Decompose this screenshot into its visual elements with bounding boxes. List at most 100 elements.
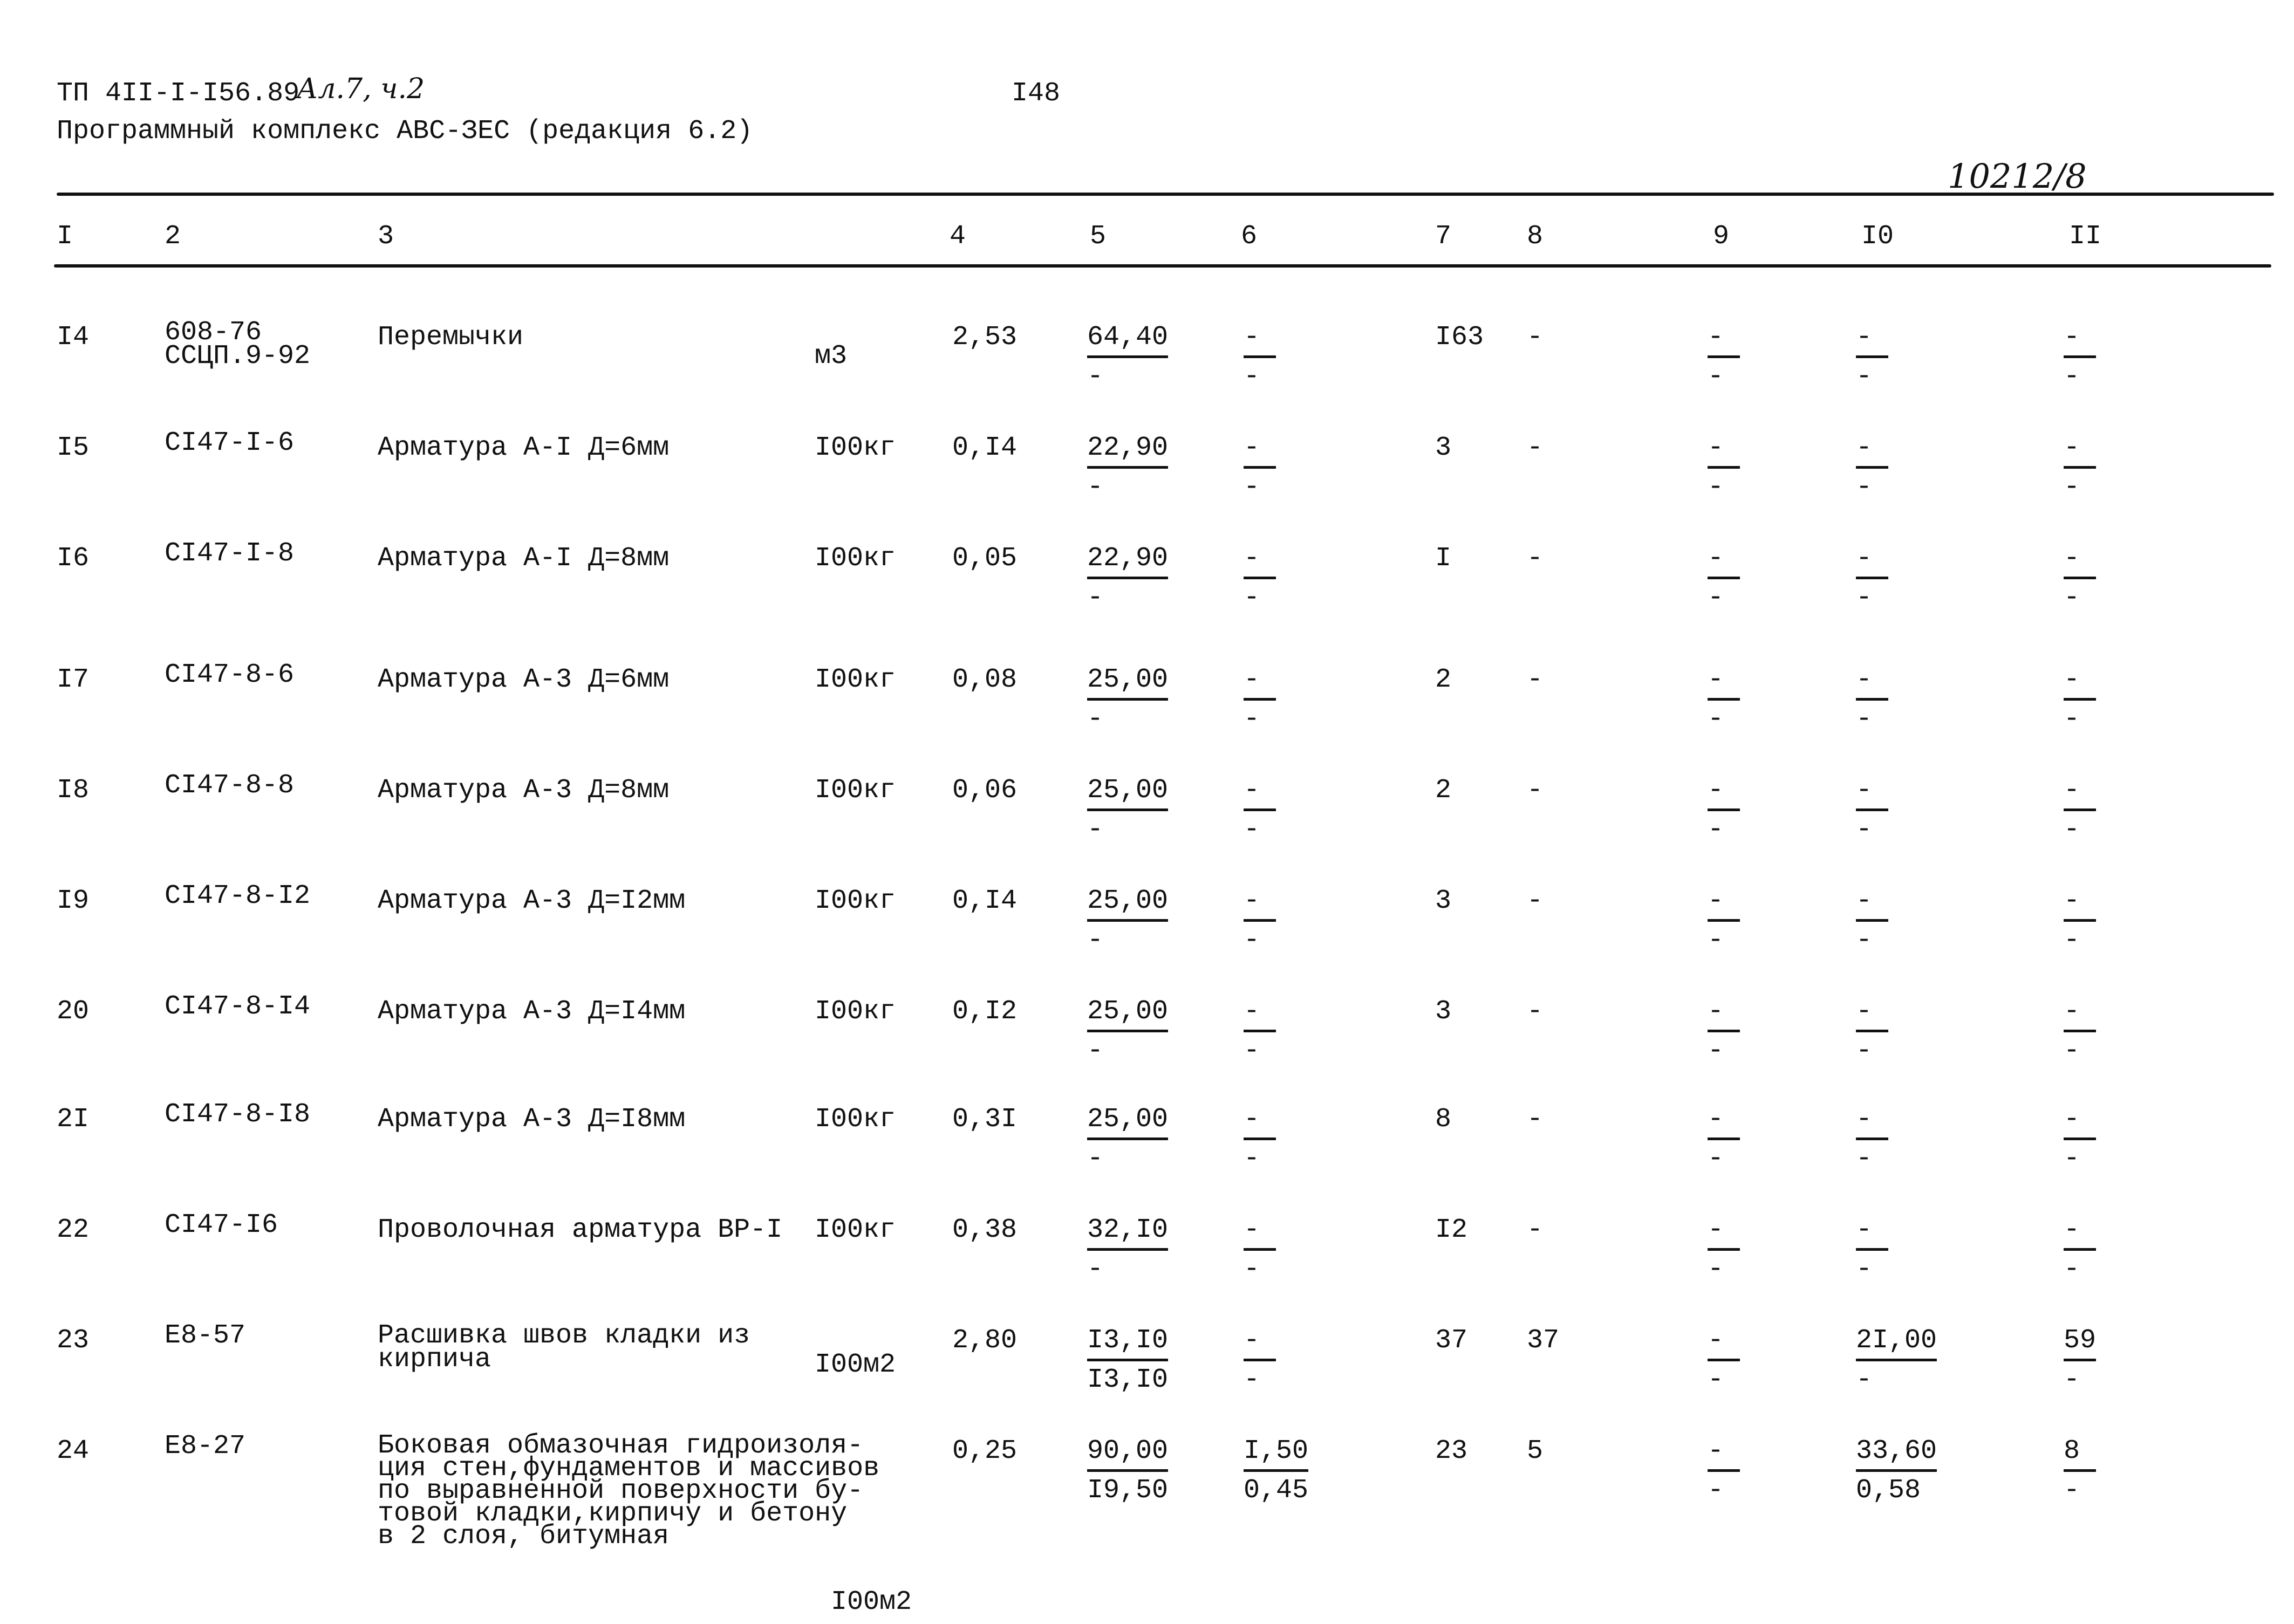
rate-code: CI47-8-8: [165, 770, 295, 801]
rate-code: Е8-27: [165, 1431, 246, 1462]
col11-value: 59 -: [2064, 1324, 2097, 1397]
col10-value: --: [1856, 542, 1888, 615]
column-header-9: 9: [1713, 221, 1730, 252]
col6-value-numerator: -: [1244, 663, 1276, 701]
col10-value: --: [1856, 774, 1888, 847]
column-header-8: 8: [1527, 221, 1544, 252]
col9-value-denominator: -: [1708, 1365, 1724, 1395]
col10-value-numerator: -: [1856, 885, 1888, 922]
column-header-2: 2: [165, 221, 181, 252]
col9-value: --: [1708, 774, 1740, 847]
col8-value: 5: [1527, 1436, 1544, 1467]
col11-value-numerator: -: [2064, 1214, 2096, 1251]
unit-cost-numerator: 25,00: [1087, 1103, 1169, 1140]
rate-code: CI47-8-I8: [165, 1099, 311, 1130]
unit-cost: 25,00-: [1087, 1103, 1169, 1176]
unit: I00кг: [815, 886, 896, 916]
col6-value-numerator: -: [1244, 1324, 1276, 1361]
col10-value-numerator: 33,60: [1856, 1435, 1937, 1472]
work-description: Арматура А-I Д=8мм: [378, 543, 670, 574]
rate-code: CI47-8-I2: [165, 881, 311, 912]
col10-value-numerator: 2I,00: [1856, 1324, 1937, 1361]
col10-value-denominator: -: [1856, 583, 1873, 613]
column-header-3: 3: [378, 221, 394, 252]
col11-value-numerator: 59: [2064, 1324, 2097, 1361]
col9-value: --: [1708, 1214, 1740, 1286]
col6-value-numerator: -: [1244, 1214, 1276, 1251]
col10-value: 2I,00 -: [1856, 1324, 1937, 1397]
col9-value-numerator: -: [1708, 1324, 1740, 1361]
col11-value-denominator: -: [2064, 1365, 2080, 1395]
unit-cost-numerator: 25,00: [1087, 774, 1169, 811]
col11-value: --: [2064, 885, 2096, 957]
unit: I00м2: [815, 1349, 896, 1380]
col10-value-numerator: -: [1856, 431, 1888, 469]
col7-value: I: [1435, 543, 1452, 574]
col10-value-denominator: -: [1856, 472, 1873, 503]
col8-value: -: [1527, 664, 1544, 695]
row-number: 23: [57, 1325, 90, 1356]
row-number: I9: [57, 886, 90, 916]
col6-value-denominator: -: [1244, 1143, 1260, 1174]
row-number: I8: [57, 775, 90, 806]
quantity: 0,I4: [952, 886, 1018, 916]
col6-value-numerator: I,50: [1244, 1435, 1309, 1472]
unit-cost: I3,I0 I3,I0: [1087, 1324, 1169, 1397]
work-description: Арматура А-3 Д=6мм: [378, 664, 670, 695]
unit-cost-denominator: -: [1087, 925, 1104, 956]
col11-value: --: [2064, 321, 2096, 394]
col6-value: --: [1244, 542, 1276, 615]
col9-value-numerator: -: [1708, 995, 1740, 1032]
col7-value: 3: [1435, 433, 1452, 463]
col10-value-denominator: -: [1856, 361, 1873, 392]
row-number: I6: [57, 543, 90, 574]
col6-value-numerator: -: [1244, 774, 1276, 811]
col9-value: --: [1708, 663, 1740, 736]
col11-value: --: [2064, 1103, 2096, 1176]
col11-value: --: [2064, 663, 2096, 736]
col10-value: --: [1856, 663, 1888, 736]
unit-cost-numerator: 25,00: [1087, 995, 1169, 1032]
col7-value: 2: [1435, 775, 1452, 806]
quantity: 0,05: [952, 543, 1018, 574]
col10-value-denominator: -: [1856, 925, 1873, 956]
unit-cost: 64,40-: [1087, 321, 1169, 394]
col11-value: --: [2064, 1214, 2096, 1286]
unit-cost: 22,90-: [1087, 542, 1169, 615]
work-description: Арматура А-3 Д=I8мм: [378, 1104, 686, 1135]
col10-value: --: [1856, 431, 1888, 504]
unit-cost: 22,90-: [1087, 431, 1169, 504]
col8-value: -: [1527, 543, 1544, 574]
col6-value: --: [1244, 1103, 1276, 1176]
col7-value: 37: [1435, 1325, 1468, 1356]
unit: I00м2: [831, 1587, 912, 1618]
col11-value-denominator: -: [2064, 1475, 2080, 1506]
col6-value: --: [1244, 1214, 1276, 1286]
col10-value: --: [1856, 321, 1888, 394]
col11-value-denominator: -: [2064, 704, 2080, 735]
col6-value-numerator: -: [1244, 321, 1276, 358]
unit: I00кг: [815, 1104, 896, 1135]
work-description: Перемычки: [378, 322, 524, 353]
unit: I00кг: [815, 996, 896, 1027]
quantity: 2,80: [952, 1325, 1018, 1356]
quantity: 0,06: [952, 775, 1018, 806]
page-number: I48: [1012, 78, 1061, 109]
col9-value-numerator: -: [1708, 431, 1740, 469]
col6-value-denominator: 0,45: [1244, 1475, 1309, 1506]
unit-cost-denominator: I9,50: [1087, 1475, 1169, 1506]
col11-value-numerator: -: [2064, 1103, 2096, 1140]
col10-value-denominator: -: [1856, 704, 1873, 735]
col8-value: -: [1527, 775, 1544, 806]
col6-value: --: [1244, 321, 1276, 394]
unit: м3: [815, 341, 848, 372]
col10-value-numerator: -: [1856, 1214, 1888, 1251]
col11-value: --: [2064, 542, 2096, 615]
work-description: Расшивка швов кладки из кирпича: [378, 1320, 750, 1375]
col10-value-denominator: -: [1856, 814, 1873, 845]
unit-cost-denominator: -: [1087, 814, 1104, 845]
row-number: 22: [57, 1215, 90, 1245]
col11-value-numerator: -: [2064, 431, 2096, 469]
col9-value: --: [1708, 1103, 1740, 1176]
header-top-rule: [57, 193, 2274, 196]
